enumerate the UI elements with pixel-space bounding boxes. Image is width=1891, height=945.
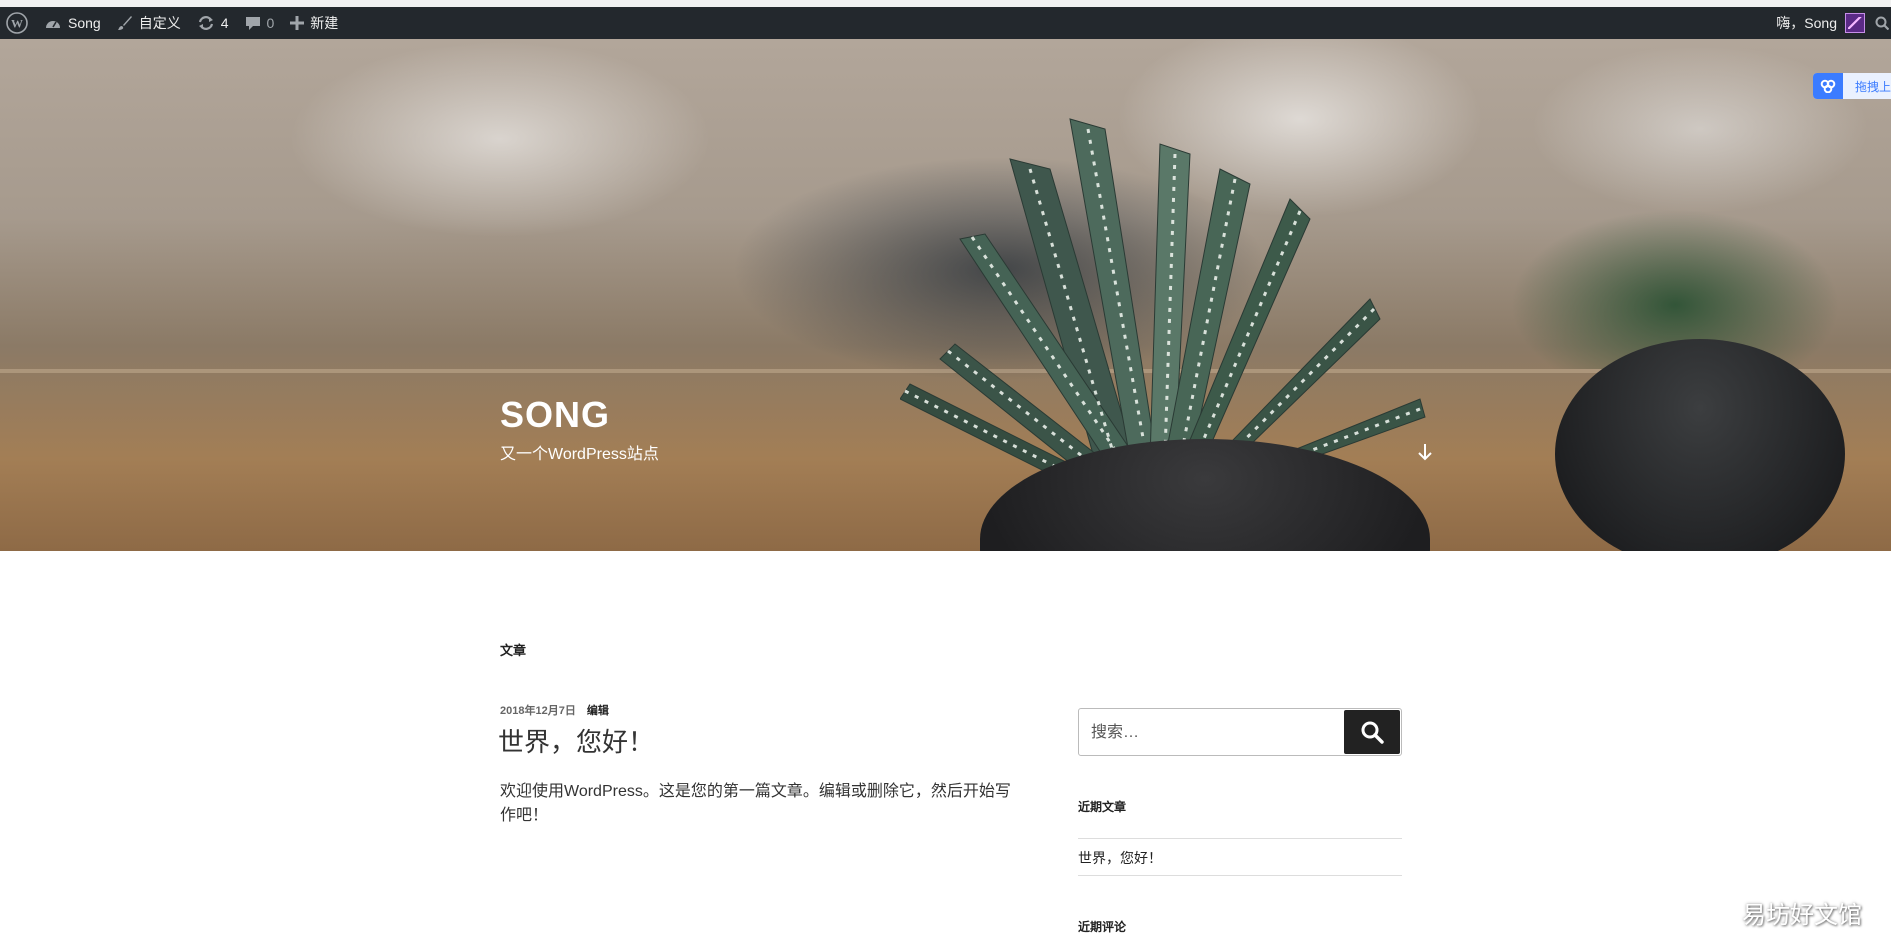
admin-bar: W Song 自定义 4 0 新建 嗨，Song (0, 7, 1891, 39)
new-content-menu[interactable]: 新建 (282, 7, 346, 39)
divider (1078, 875, 1402, 876)
new-label: 新建 (310, 15, 339, 31)
customize-menu[interactable]: 自定义 (109, 7, 189, 39)
updates-count: 4 (220, 15, 229, 31)
recent-comments-title: 近期评论 (1078, 920, 1127, 934)
updates-icon (198, 16, 213, 30)
search-icon (1361, 721, 1384, 744)
wordpress-icon: W (6, 12, 28, 34)
comment-icon (245, 17, 260, 30)
plus-icon (290, 16, 305, 30)
customize-label: 自定义 (138, 15, 181, 31)
site-name-label: Song (68, 15, 101, 31)
scroll-down-arrow-icon[interactable] (1417, 443, 1433, 466)
drag-upload-widget[interactable]: 拖拽上 (1813, 73, 1891, 99)
svg-text:W: W (11, 17, 23, 31)
wordpress-logo-menu[interactable]: W (0, 7, 36, 39)
search-button[interactable] (1344, 710, 1400, 754)
post-meta: 2018年12月7日 编辑 (500, 702, 609, 718)
divider (1078, 838, 1402, 839)
recent-post-link[interactable]: 世界，您好！ (1078, 848, 1162, 868)
my-account-menu[interactable]: 嗨，Song (1768, 7, 1869, 39)
site-description: 又一个WordPress站点 (500, 446, 659, 463)
site-name-menu[interactable]: Song (36, 7, 109, 39)
search-icon (1875, 16, 1889, 30)
drag-widget-label: 拖拽上 (1854, 79, 1891, 94)
cloud-icon (1813, 73, 1843, 99)
search-form (1078, 708, 1402, 757)
page-heading: 文章 (500, 643, 527, 658)
comments-count: 0 (266, 15, 275, 31)
header-image (0, 39, 1891, 551)
dashboard-icon (46, 21, 60, 28)
admin-search-toggle[interactable] (1869, 7, 1891, 39)
edit-link[interactable]: 编辑 (587, 705, 609, 717)
admin-bar-right: 嗨，Song (1768, 7, 1891, 39)
post-excerpt: 欢迎使用WordPress。这是您的第一篇文章。编辑或删除它，然后开始写作吧！ (500, 783, 1011, 824)
updates-menu[interactable]: 4 (189, 7, 237, 39)
recent-posts-title: 近期文章 (1078, 800, 1127, 814)
search-input[interactable] (1089, 709, 1343, 757)
post-date[interactable]: 2018年12月7日 (500, 705, 576, 717)
greeting-label: 嗨，Song (1776, 15, 1837, 31)
post-title[interactable]: 世界，您好！ (498, 722, 654, 759)
comments-menu[interactable]: 0 (237, 7, 283, 39)
watermark: 易坊好文馆 (1742, 901, 1862, 929)
avatar (1845, 13, 1865, 33)
site-title[interactable]: SONG (500, 394, 610, 436)
brush-icon (117, 16, 132, 30)
